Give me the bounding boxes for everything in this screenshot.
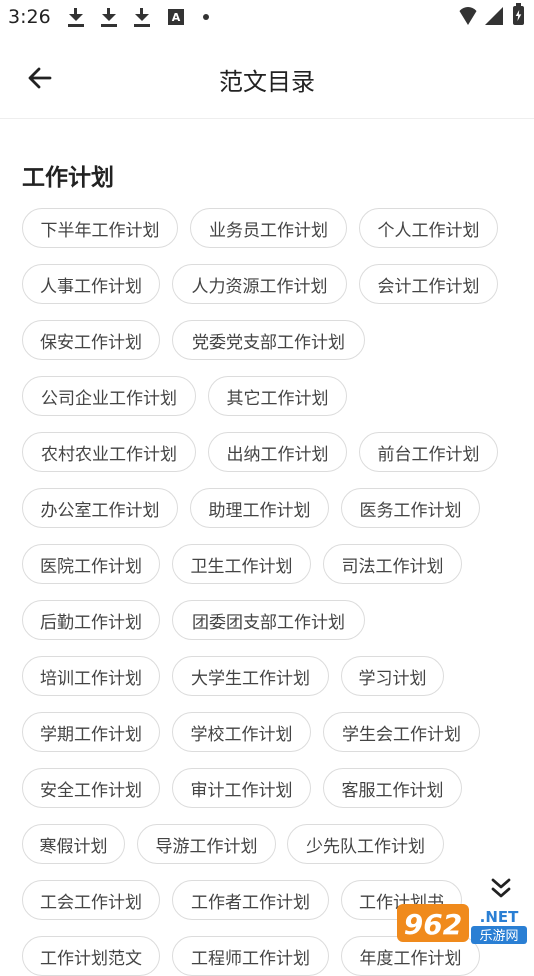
tag-item[interactable]: 助理工作计划 <box>190 488 329 528</box>
tag-item[interactable]: 学习计划 <box>341 656 444 696</box>
watermark-net: .NET <box>480 908 519 926</box>
tag-item[interactable]: 公司企业工作计划 <box>22 376 196 416</box>
tag-item[interactable]: 会计工作计划 <box>359 264 498 304</box>
status-left-icons: A <box>66 6 209 28</box>
download-icon <box>66 6 86 28</box>
download-icon <box>99 6 119 28</box>
page-title: 范文目录 <box>219 68 315 96</box>
tag-item[interactable]: 后勤工作计划 <box>22 600 160 640</box>
a-square-icon: A <box>168 9 184 25</box>
app-header: 范文目录 <box>0 36 534 119</box>
status-time: 3:26 <box>8 6 51 28</box>
tag-item[interactable]: 安全工作计划 <box>22 768 160 808</box>
tag-item[interactable]: 团委团支部工作计划 <box>172 600 365 640</box>
tag-item[interactable]: 学校工作计划 <box>172 712 311 752</box>
tag-item[interactable]: 司法工作计划 <box>323 544 462 584</box>
status-bar: 3:26 A <box>0 0 534 36</box>
tag-item[interactable]: 医院工作计划 <box>22 544 160 584</box>
tag-item[interactable]: 人事工作计划 <box>22 264 160 304</box>
tag-item[interactable]: 工作者工作计划 <box>172 880 329 920</box>
tag-item[interactable]: 审计工作计划 <box>172 768 311 808</box>
signal-icon <box>485 6 503 25</box>
tag-item[interactable]: 人力资源工作计划 <box>172 264 347 304</box>
tag-item[interactable]: 出纳工作计划 <box>208 432 347 472</box>
tag-item[interactable]: 客服工作计划 <box>323 768 462 808</box>
tag-item[interactable]: 培训工作计划 <box>22 656 160 696</box>
tag-item[interactable]: 学期工作计划 <box>22 712 160 752</box>
tag-item[interactable]: 个人工作计划 <box>359 208 498 248</box>
tag-item[interactable]: 大学生工作计划 <box>172 656 329 696</box>
tag-item[interactable]: 其它工作计划 <box>208 376 347 416</box>
tag-item[interactable]: 学生会工作计划 <box>323 712 480 752</box>
tag-item[interactable]: 工会工作计划 <box>22 880 160 920</box>
tag-item[interactable]: 寒假计划 <box>22 824 125 864</box>
watermark-logo: 962 .NET 乐游网 <box>395 900 530 948</box>
tag-item[interactable]: 农村农业工作计划 <box>22 432 196 472</box>
section-title: 工作计划 <box>22 165 114 191</box>
tag-item[interactable]: 保安工作计划 <box>22 320 160 360</box>
dot-icon <box>203 14 209 20</box>
tag-item[interactable]: 业务员工作计划 <box>190 208 347 248</box>
tag-item[interactable]: 下半年工作计划 <box>22 208 178 248</box>
wifi-icon <box>457 6 479 25</box>
tag-item[interactable]: 工作计划范文 <box>22 936 160 976</box>
tag-item[interactable]: 办公室工作计划 <box>22 488 178 528</box>
watermark-cn: 乐游网 <box>479 929 518 944</box>
watermark-number: 962 <box>404 908 462 941</box>
tag-item[interactable]: 少先队工作计划 <box>287 824 444 864</box>
download-icon <box>132 6 152 28</box>
status-right-icons <box>457 3 524 25</box>
tag-item[interactable]: 工程师工作计划 <box>172 936 329 976</box>
tag-item[interactable]: 医务工作计划 <box>341 488 480 528</box>
tag-item[interactable]: 卫生工作计划 <box>172 544 311 584</box>
tag-item[interactable]: 前台工作计划 <box>359 432 498 472</box>
tag-item[interactable]: 党委党支部工作计划 <box>172 320 365 360</box>
tag-item[interactable]: 导游工作计划 <box>137 824 276 864</box>
battery-charging-icon <box>513 3 524 25</box>
